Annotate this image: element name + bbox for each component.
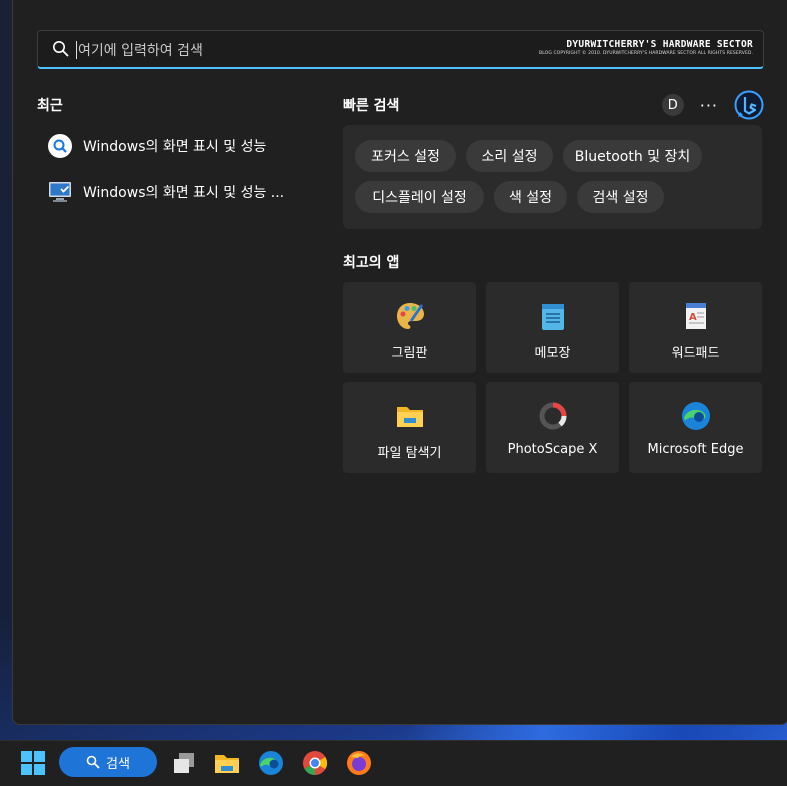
app-tile-notepad[interactable]: 메모장 xyxy=(486,282,619,373)
svg-text:A: A xyxy=(689,312,697,323)
taskbar-search-button[interactable]: 검색 xyxy=(59,747,157,777)
search-icon xyxy=(47,133,73,159)
recent-item[interactable]: Windows의 화면 표시 및 성능 ... xyxy=(47,174,284,210)
recent-item-label: Windows의 화면 표시 및 성능 ... xyxy=(83,185,285,201)
edge-icon[interactable] xyxy=(257,749,285,777)
file-explorer-icon xyxy=(396,407,423,427)
search-panel: 여기에 입력하여 검색 DYURWITCHERRY'S HARDWARE SEC… xyxy=(12,0,787,725)
chip-focus-settings[interactable]: 포커스 설정 xyxy=(355,140,456,172)
edge-icon xyxy=(681,402,710,430)
top-apps-heading: 최고의 앱 xyxy=(343,255,400,271)
app-label: Microsoft Edge xyxy=(647,442,744,457)
quick-search-card: 포커스 설정 소리 설정 Bluetooth 및 장치 디스플레이 설정 색 설… xyxy=(343,125,762,229)
photoscape-icon xyxy=(539,402,567,430)
taskbar-search-label: 검색 xyxy=(106,756,130,772)
search-box[interactable]: 여기에 입력하여 검색 DYURWITCHERRY'S HARDWARE SEC… xyxy=(37,30,764,69)
app-tile-paint[interactable]: 그림판 xyxy=(343,282,476,373)
chip-color-settings[interactable]: 색 설정 xyxy=(494,181,567,213)
wordpad-icon: A xyxy=(685,303,706,329)
bing-icon[interactable] xyxy=(734,90,764,120)
app-label: 파일 탐색기 xyxy=(377,446,442,461)
search-icon xyxy=(86,755,100,769)
chip-sound-settings[interactable]: 소리 설정 xyxy=(466,140,553,172)
paint-icon xyxy=(396,303,424,329)
app-tile-photoscape[interactable]: PhotoScape X xyxy=(486,382,619,473)
app-tile-wordpad[interactable]: A 워드패드 xyxy=(629,282,762,373)
recent-heading: 최근 xyxy=(37,98,63,114)
app-tile-file-explorer[interactable]: 파일 탐색기 xyxy=(343,382,476,473)
chrome-icon[interactable] xyxy=(301,749,329,777)
search-input[interactable]: 여기에 입력하여 검색 xyxy=(78,40,203,60)
notepad-icon xyxy=(541,304,564,330)
more-options-button[interactable]: ··· xyxy=(700,96,718,115)
app-label: 그림판 xyxy=(391,346,428,361)
search-icon xyxy=(53,41,69,57)
monitor-settings-icon xyxy=(47,179,73,205)
taskbar: 검색 xyxy=(0,740,787,786)
quick-search-heading: 빠른 검색 xyxy=(343,98,400,114)
chip-display-settings[interactable]: 디스플레이 설정 xyxy=(355,181,484,213)
app-label: 메모장 xyxy=(534,346,571,361)
blog-watermark: DYURWITCHERRY'S HARDWARE SECTOR BLOG COP… xyxy=(539,39,753,56)
chip-bluetooth-devices[interactable]: Bluetooth 및 장치 xyxy=(563,140,702,172)
avatar[interactable]: D xyxy=(661,94,684,116)
app-tile-edge[interactable]: Microsoft Edge xyxy=(629,382,762,473)
recent-item-label: Windows의 화면 표시 및 성능 xyxy=(83,139,267,155)
recent-item[interactable]: Windows의 화면 표시 및 성능 xyxy=(47,128,266,164)
task-view-icon[interactable] xyxy=(170,749,198,777)
firefox-icon[interactable] xyxy=(345,749,373,777)
text-caret xyxy=(76,41,77,59)
file-explorer-icon[interactable] xyxy=(213,749,241,777)
app-label: PhotoScape X xyxy=(507,442,598,457)
chip-search-settings[interactable]: 검색 설정 xyxy=(577,181,664,213)
windows-start-icon[interactable] xyxy=(19,749,47,777)
header-tools: D ··· xyxy=(661,90,764,120)
app-label: 워드패드 xyxy=(671,346,720,361)
